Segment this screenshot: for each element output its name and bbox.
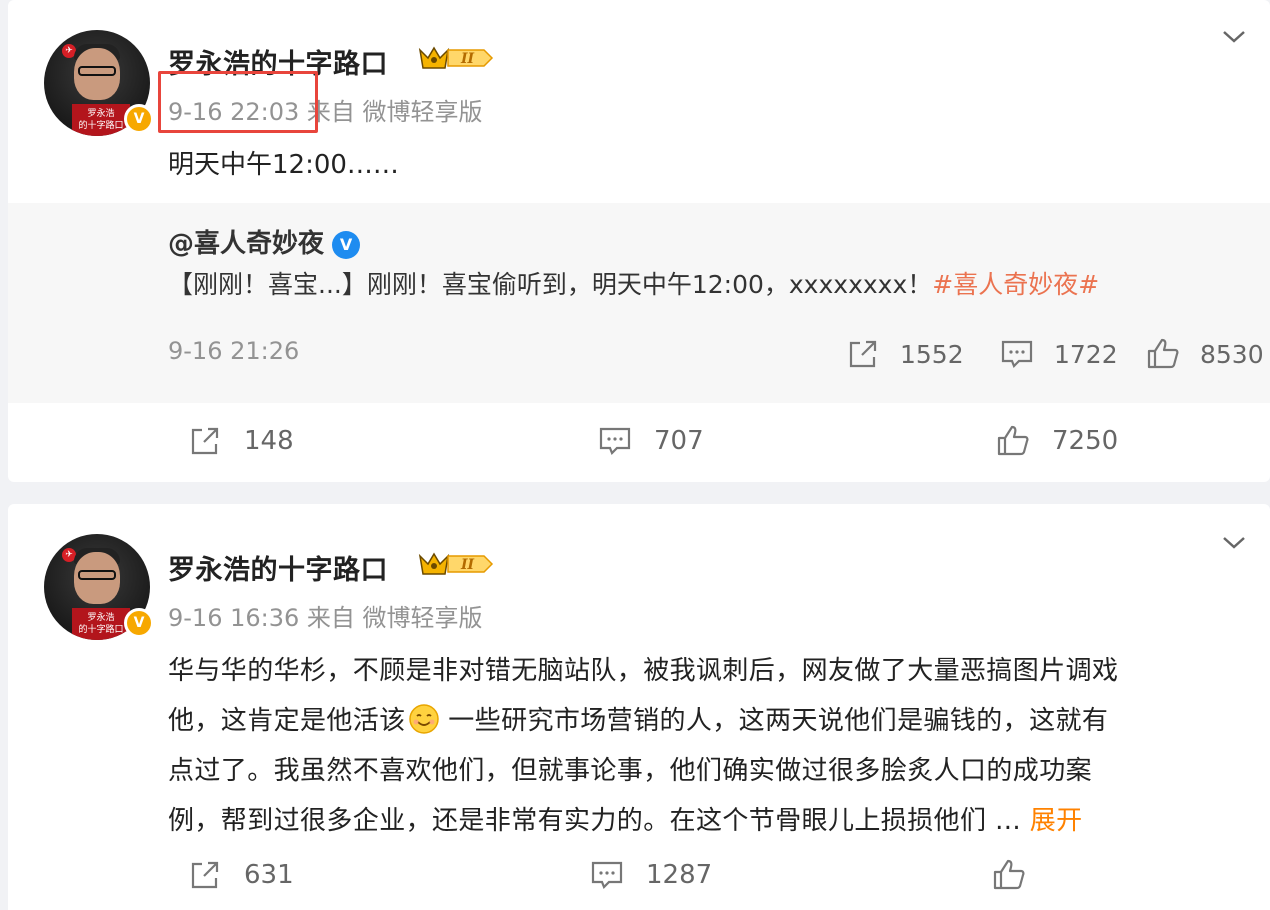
post-text: 明天中午12:00…… [168,150,399,180]
comment-icon [1001,340,1033,368]
svg-text:II: II [460,557,475,573]
comment-button[interactable]: 1287 [590,858,712,892]
post-source: 来自 微博轻享版 [306,604,483,632]
verified-badge-icon: V [124,608,154,638]
smile-emoji-icon [408,704,439,734]
crown-level-badge-icon[interactable]: II [418,550,494,578]
avatar-caption: 罗永浩 的十字路口 [72,104,130,136]
expand-link[interactable]: 展开 [1030,806,1083,836]
repost-text: 【刚刚！喜宝...】刚刚！喜宝偷听到，明天中午12:00，xxxxxxxx！#喜… [168,270,1100,299]
like-button[interactable] [992,858,1026,892]
share-button[interactable]: 631 [188,858,294,892]
repost-comment-button[interactable]: 1722 [1000,337,1118,371]
post-card-1: ✈ 罗永浩 的十字路口 V 罗永浩的十字路口 II 9-16 22:03 来自 微… [8,0,1270,482]
comment-button[interactable]: 707 [598,424,704,458]
svg-text:II: II [460,51,475,67]
verified-badge-icon: V [124,104,154,134]
thumbs-up-icon [993,859,1025,890]
post-text: 华与华的华杉，不顾是非对错无脑站队，被我讽刺后，网友做了大量恶搞图片调戏 他，这… [168,656,1119,836]
reposted-post[interactable]: @喜人奇妙夜 V 【刚刚！喜宝...】刚刚！喜宝偷听到，明天中午12:00，xxx… [8,203,1270,403]
repost-like-button[interactable]: 8530 [1146,337,1264,371]
thumbs-up-icon [997,425,1029,456]
timestamp-highlight-box [158,71,318,133]
share-icon [191,861,219,889]
post-source: 来自 微博轻享版 [306,98,483,126]
post-meta: 9-16 16:36 来自 微博轻享版 [168,598,483,633]
repost-author[interactable]: @喜人奇妙夜 V [168,223,361,260]
hashtag-link[interactable]: #喜人奇妙夜# [932,270,1099,299]
post-card-2: ✈ 罗永浩 的十字路口 V 罗永浩的十字路口 II 9-16 16:36 来自 微… [8,504,1270,910]
verified-blue-icon: V [332,231,361,259]
share-button[interactable]: 148 [188,424,294,458]
repost-timestamp[interactable]: 9-16 21:26 [168,337,299,365]
chevron-down-icon[interactable] [1220,528,1248,556]
avatar-caption: 罗永浩 的十字路口 [72,608,130,640]
author-name[interactable]: 罗永浩的十字路口 [168,548,388,587]
post-timestamp[interactable]: 9-16 16:36 [168,604,299,632]
share-icon [849,340,877,368]
repost-share-button[interactable]: 1552 [846,337,964,371]
comment-icon [599,427,631,455]
like-button[interactable]: 7250 [996,424,1118,458]
comment-icon [591,861,623,889]
crown-level-badge-icon[interactable]: II [418,44,494,72]
share-icon [191,427,219,455]
chevron-down-icon[interactable] [1220,22,1248,50]
thumbs-up-icon [1147,338,1179,369]
